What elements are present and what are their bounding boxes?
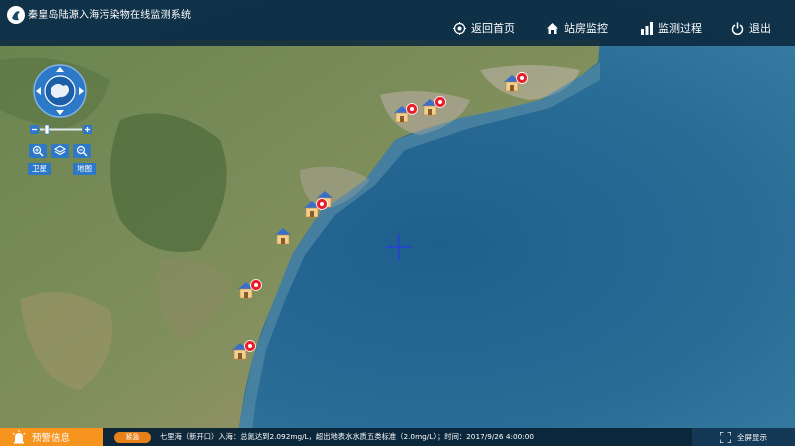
app-title: 秦皇岛陆源入海污染物在线监测系统 xyxy=(28,10,192,21)
logo-icon xyxy=(7,6,25,24)
satellite-layer-button[interactable]: 卫星 xyxy=(28,163,51,175)
station-marker[interactable] xyxy=(237,278,263,300)
station-alarm-icon xyxy=(238,279,262,299)
zoom-handle[interactable] xyxy=(44,125,50,135)
warning-light-icon xyxy=(12,430,26,444)
map-layer-button[interactable]: 地图 xyxy=(73,163,96,175)
station-marker[interactable] xyxy=(503,71,529,93)
fullscreen-icon xyxy=(720,431,731,443)
magnifier-plus-icon xyxy=(32,145,44,157)
alert-tab-label: 预警信息 xyxy=(32,433,71,444)
station-alarm-icon xyxy=(504,72,528,92)
nav-monitor-process-label: 监测过程 xyxy=(658,22,702,35)
satellite-map[interactable] xyxy=(0,0,795,446)
station-icon xyxy=(275,228,291,245)
map-pan-control[interactable] xyxy=(33,64,87,118)
fullscreen-label: 全屏显示 xyxy=(737,432,767,442)
station-alarm-icon xyxy=(422,96,446,116)
bar-chart-icon xyxy=(641,21,653,35)
nav-logout[interactable]: 退出 xyxy=(731,20,771,36)
station-alarm-icon xyxy=(232,340,256,360)
power-icon xyxy=(731,22,744,35)
station-alarm-icon xyxy=(394,103,418,123)
nav-home[interactable]: 返回首页 xyxy=(453,20,515,36)
station-marker[interactable] xyxy=(421,95,447,117)
station-marker[interactable] xyxy=(303,197,329,219)
nav-station-monitor[interactable]: 站房监控 xyxy=(546,20,608,36)
fullscreen-button[interactable]: 全屏显示 xyxy=(692,428,795,446)
station-marker[interactable] xyxy=(231,339,257,361)
zoom-slider[interactable] xyxy=(30,125,92,135)
urgent-badge: 紧急 xyxy=(114,432,151,443)
alert-tab[interactable]: 预警信息 xyxy=(0,428,103,446)
nav-logout-label: 退出 xyxy=(749,22,771,35)
alert-message: 七里海（新开口）入海：总氮达到2.092mg/L，超出地表水水质五类标准（2.0… xyxy=(160,432,535,441)
nav-station-monitor-label: 站房监控 xyxy=(564,22,608,35)
house-icon xyxy=(547,22,558,34)
layers-button[interactable] xyxy=(51,144,69,158)
station-marker[interactable] xyxy=(393,102,419,124)
crosshair-icon xyxy=(386,234,412,260)
magnifier-minus-icon xyxy=(76,145,88,157)
station-alarm-icon xyxy=(304,198,328,218)
nav-monitor-process[interactable]: 监测过程 xyxy=(641,20,702,36)
layers-icon xyxy=(54,145,66,156)
station-marker[interactable] xyxy=(274,224,300,246)
zoom-out-button[interactable] xyxy=(73,144,91,158)
header-bar: 秦皇岛陆源入海污染物在线监测系统 返回首页 站房监控 监测过程 退出 xyxy=(0,0,795,46)
target-icon xyxy=(453,21,466,35)
zoom-in-button[interactable] xyxy=(29,144,47,158)
alert-bar: 预警信息 紧急 七里海（新开口）入海：总氮达到2.092mg/L，超出地表水水质… xyxy=(0,428,795,446)
nav-home-label: 返回首页 xyxy=(471,22,515,35)
